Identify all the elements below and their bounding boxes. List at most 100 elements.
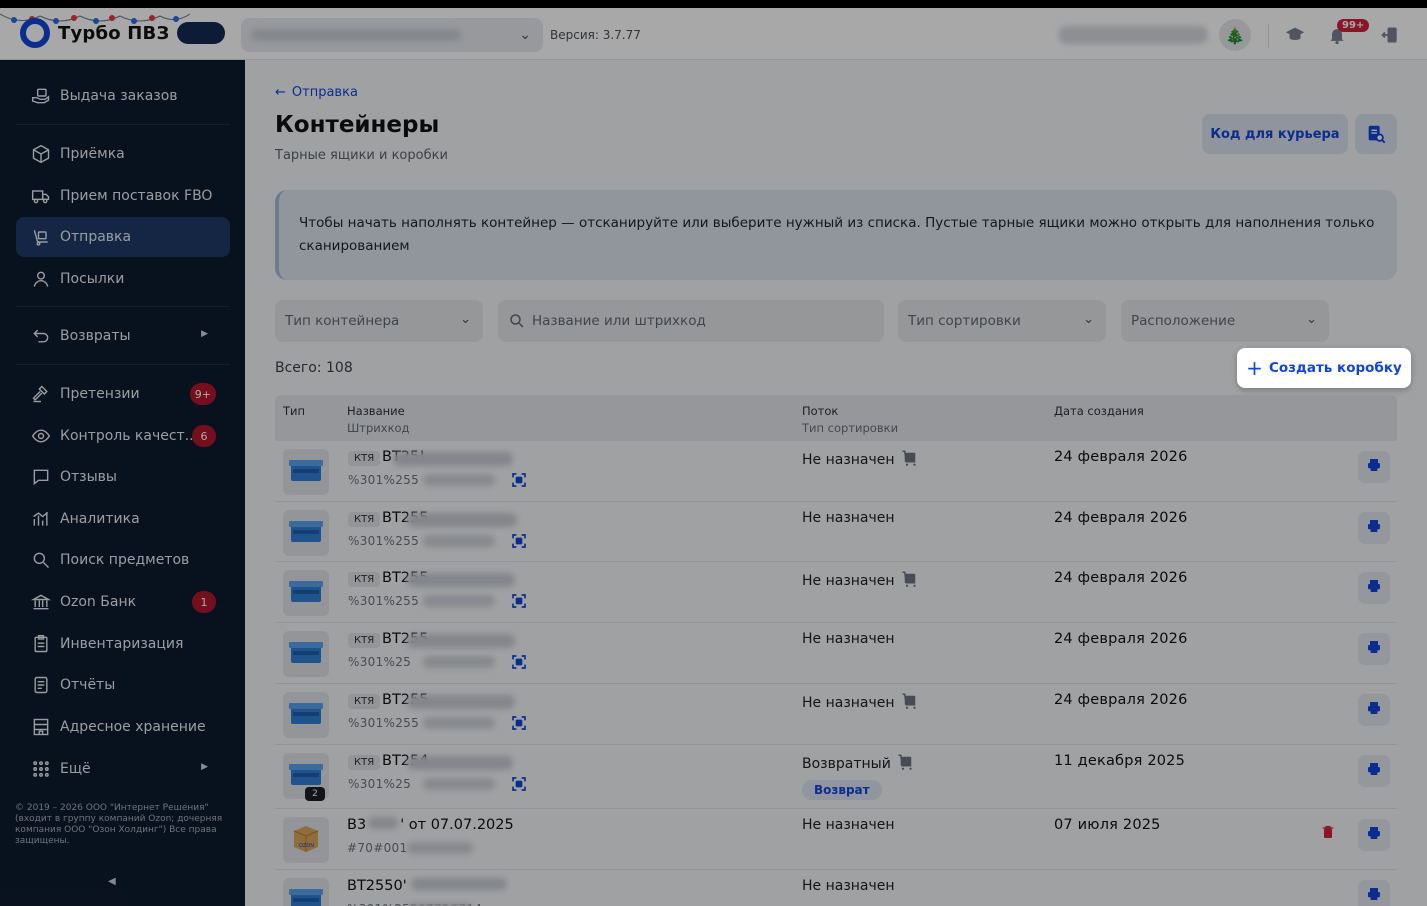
sidebar-item-inventory[interactable]: Инвентаризация bbox=[16, 624, 230, 664]
bank-badge: 1 bbox=[192, 591, 216, 613]
table-row[interactable]: OZON B3 ' от 07.07.2025 #70#001 Не назначен 0… bbox=[275, 809, 1397, 870]
version-label: Версия: 3.7.77 bbox=[550, 28, 641, 42]
creation-date: 24 февраля 2026 bbox=[1054, 631, 1188, 647]
courier-code-button[interactable]: Код для курьера bbox=[1202, 114, 1348, 154]
barcode-blurred bbox=[423, 778, 495, 790]
sidebar-item-ozon-bank[interactable]: Ozon Банк 1 bbox=[16, 582, 230, 622]
container-barcode: %301%25 bbox=[348, 655, 412, 669]
location-select[interactable]: Расположение ⌄ bbox=[1121, 300, 1329, 342]
print-button[interactable] bbox=[1358, 572, 1390, 604]
bank-icon bbox=[30, 591, 52, 613]
print-button[interactable] bbox=[1358, 633, 1390, 665]
table-row[interactable]: КТЯ BT255 %301%255 Не назначен 24 февраля 20… bbox=[275, 502, 1397, 562]
creation-date: 24 февраля 2026 bbox=[1054, 510, 1188, 526]
svg-text:OZON: OZON bbox=[299, 843, 314, 849]
scan-icon[interactable] bbox=[511, 654, 527, 670]
container-type-label: Тип контейнера bbox=[285, 313, 400, 329]
container-thumbnail bbox=[283, 510, 329, 556]
container-thumbnail bbox=[283, 878, 329, 906]
document-search-icon bbox=[1368, 125, 1386, 144]
printer-icon bbox=[1366, 457, 1382, 477]
container-type-tag: КТЯ bbox=[348, 512, 381, 527]
collapse-sidebar-icon[interactable]: ◀ bbox=[108, 876, 116, 887]
table-row[interactable]: КТЯ BT255 %301%255 Не назначен 24 февраля 20… bbox=[275, 684, 1397, 745]
back-link[interactable]: ← Отправка bbox=[275, 85, 358, 100]
printer-icon bbox=[1366, 761, 1382, 781]
sidebar-item-reviews[interactable]: Отзывы bbox=[16, 457, 230, 497]
scan-icon[interactable] bbox=[511, 776, 527, 792]
flow-cell: Не назначен bbox=[802, 631, 895, 647]
print-button[interactable] bbox=[1358, 451, 1390, 483]
truck-icon bbox=[30, 185, 52, 207]
search-document-button[interactable] bbox=[1355, 114, 1397, 154]
item-count-badge: 2 bbox=[305, 787, 325, 801]
delete-button[interactable] bbox=[1320, 824, 1336, 840]
sidebar-item-fbo-supplies[interactable]: Прием поставок FBO bbox=[16, 176, 230, 216]
sidebar-item-parcels[interactable]: Посылки bbox=[16, 259, 230, 299]
sidebar-item-reports[interactable]: Отчёты bbox=[16, 665, 230, 705]
table-row[interactable]: КТЯBT25!%301%255Не назначен24 февраля 20… bbox=[275, 441, 1397, 502]
th-name-label: Название bbox=[347, 404, 405, 418]
search-input[interactable]: Название или штрихкод bbox=[498, 300, 884, 342]
sidebar-item-item-search[interactable]: Поиск предметов bbox=[16, 540, 230, 580]
gavel-icon bbox=[30, 383, 52, 405]
delivery-hand-icon bbox=[30, 85, 52, 107]
sidebar-item-returns[interactable]: Возвраты ▶ bbox=[16, 316, 230, 356]
create-box-button[interactable]: + Создать коробку bbox=[1237, 348, 1411, 388]
sidebar-item-label: Претензии bbox=[60, 386, 140, 402]
trash-icon bbox=[1320, 825, 1336, 844]
pvz-select[interactable]: ⌄ bbox=[241, 18, 543, 52]
cart-icon bbox=[901, 692, 919, 714]
print-button[interactable] bbox=[1358, 512, 1390, 544]
container-name: B3 ' от 07.07.2025 bbox=[347, 817, 514, 833]
printer-icon bbox=[1366, 518, 1382, 538]
sidebar-item-more[interactable]: Ещё ▶ bbox=[16, 749, 230, 789]
sidebar-item-shipping[interactable]: Отправка bbox=[16, 217, 230, 257]
sidebar-item-analytics[interactable]: Аналитика bbox=[16, 499, 230, 539]
sidebar-item-address-storage[interactable]: Адресное хранение bbox=[16, 707, 230, 747]
scan-icon[interactable] bbox=[511, 593, 527, 609]
eye-icon bbox=[30, 425, 52, 447]
sidebar-item-receiving[interactable]: Приёмка bbox=[16, 134, 230, 174]
info-banner: Чтобы начать наполнять контейнер — отска… bbox=[275, 190, 1397, 280]
sidebar-item-claims[interactable]: Претензии 9+ bbox=[16, 374, 230, 414]
app-logo[interactable]: Турбо ПВЗ bbox=[20, 18, 226, 48]
table-row[interactable]: 2 КТЯ BT254 %301%25 Возвратный Возврат 11 дека… bbox=[275, 745, 1397, 809]
table-row[interactable]: BT2550'%301%2550772C714Не назначен bbox=[275, 870, 1397, 906]
sidebar-item-issue-orders[interactable]: Выдача заказов bbox=[16, 76, 230, 116]
chevron-down-icon: ⌄ bbox=[1306, 312, 1317, 327]
container-barcode: %301%255 bbox=[348, 473, 420, 487]
plastic-crate-icon bbox=[289, 639, 323, 669]
creation-date: 11 декабря 2025 bbox=[1054, 753, 1186, 769]
print-button[interactable] bbox=[1358, 880, 1390, 906]
th-type: Тип bbox=[283, 404, 306, 418]
logout-icon[interactable] bbox=[1377, 22, 1403, 48]
flow-cell: Возвратный bbox=[802, 753, 915, 775]
avatar[interactable]: 🎄 bbox=[1219, 19, 1251, 51]
graduation-cap-icon[interactable] bbox=[1282, 22, 1308, 48]
scan-icon[interactable] bbox=[511, 472, 527, 488]
sort-type-select[interactable]: Тип сортировки ⌄ bbox=[898, 300, 1106, 342]
return-icon bbox=[30, 325, 52, 347]
print-button[interactable] bbox=[1358, 819, 1390, 851]
sidebar-item-quality-control[interactable]: Контроль качест... 6 bbox=[16, 416, 230, 456]
name-blurred bbox=[368, 817, 399, 829]
container-type-select[interactable]: Тип контейнера ⌄ bbox=[275, 300, 483, 342]
clipboard-icon bbox=[30, 633, 52, 655]
chart-icon bbox=[30, 508, 52, 530]
container-type-tag: КТЯ bbox=[348, 755, 381, 770]
sidebar-item-label: Выдача заказов bbox=[60, 88, 178, 104]
scan-icon[interactable] bbox=[511, 715, 527, 731]
container-thumbnail: 2 bbox=[283, 753, 329, 801]
claims-badge: 9+ bbox=[189, 383, 216, 405]
printer-icon bbox=[1366, 578, 1382, 598]
table-row[interactable]: КТЯ BT255 %301%255 Не назначен 24 февраля 20… bbox=[275, 562, 1397, 623]
search-icon bbox=[30, 549, 52, 571]
print-button[interactable] bbox=[1358, 755, 1390, 787]
print-button[interactable] bbox=[1358, 694, 1390, 726]
container-name-main: B3 bbox=[347, 817, 367, 833]
container-thumbnail bbox=[283, 692, 329, 738]
table-row[interactable]: КТЯ BT255 %301%25 Не назначен 24 февраля 202… bbox=[275, 623, 1397, 684]
scan-icon[interactable] bbox=[511, 533, 527, 549]
location-label: Расположение bbox=[1131, 313, 1236, 329]
